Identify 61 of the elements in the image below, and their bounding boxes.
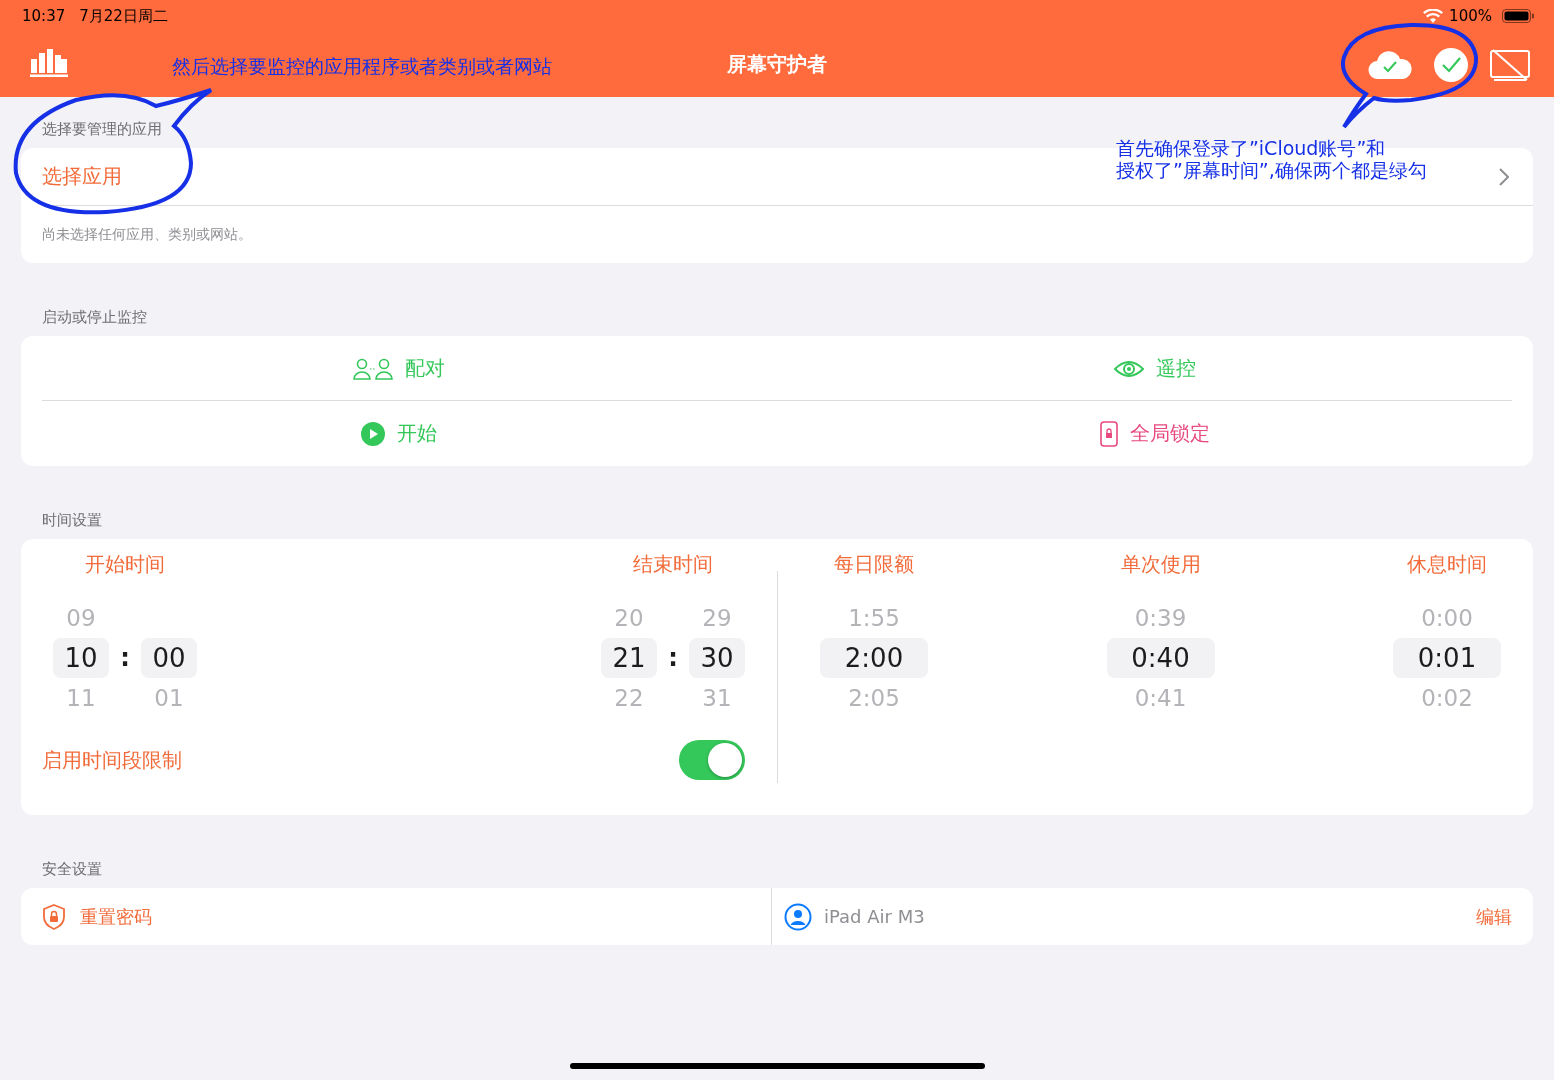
hour-option[interactable]: 11 (53, 678, 109, 718)
picker-label: 休息时间 (1407, 551, 1487, 578)
toggle-label: 启用时间段限制 (42, 746, 182, 774)
section-header: 时间设置 (41, 510, 102, 531)
nav-title: 屏幕守护者 (727, 51, 827, 78)
chevron-right-icon[interactable] (1499, 167, 1509, 186)
status-date: 7月22日周二 (79, 6, 168, 26)
action-button[interactable]: 遥控 (1114, 355, 1196, 382)
duration-option[interactable]: 0:02 (1393, 678, 1501, 718)
action-button[interactable]: 配对 (353, 355, 445, 382)
wifi-icon (1423, 8, 1444, 24)
picker-label: 结束时间 (633, 551, 713, 578)
reset-password-button[interactable]: 重置密码 (42, 903, 771, 930)
annotation-text: 首先确保登录了”iCloud账号”和 授权了”屏幕时间”,确保两个都是绿勾 (1116, 137, 1427, 181)
hour-option[interactable]: 21 (601, 638, 657, 678)
picker-label: 每日限额 (834, 551, 914, 578)
duration-option[interactable]: 1:55 (820, 598, 928, 638)
time-separator: : (667, 643, 679, 674)
status-time: 10:37 (22, 7, 66, 25)
section-header: 安全设置 (41, 859, 102, 880)
action-button[interactable]: 全局锁定 (1100, 420, 1210, 447)
user-circle-icon (784, 902, 812, 931)
device-name: iPad Air M3 (824, 906, 925, 927)
duration-option[interactable]: 2:00 (820, 638, 928, 678)
duration-option[interactable]: 0:00 (1393, 598, 1501, 638)
hour-option[interactable]: 20 (601, 598, 657, 638)
section-header: 选择要管理的应用 (41, 119, 162, 140)
minute-option[interactable]: 00 (141, 638, 197, 678)
hour-option[interactable]: 22 (601, 678, 657, 718)
select-apps-button[interactable]: 选择应用 (42, 163, 122, 190)
section-header: 启动或停止监控 (41, 307, 147, 328)
time-separator: : (119, 643, 131, 674)
duration-option[interactable]: 0:40 (1106, 638, 1215, 678)
check-circle-icon[interactable] (1434, 47, 1468, 82)
battery-icon (1502, 9, 1534, 23)
action-button[interactable]: 开始 (361, 420, 437, 447)
duration-option[interactable]: 0:01 (1393, 638, 1501, 678)
people-icon (353, 357, 393, 380)
bar-chart-icon[interactable] (30, 48, 68, 77)
minute-option[interactable]: 30 (689, 638, 745, 678)
hint-text: 尚未选择任何应用、类别或网站。 (41, 225, 253, 244)
minute-option[interactable]: 29 (689, 598, 745, 638)
shield-lock-icon (42, 903, 66, 930)
duration-option[interactable]: 2:05 (820, 678, 928, 718)
hour-option[interactable]: 09 (53, 598, 109, 638)
cloud-status-icon[interactable] (1368, 49, 1412, 80)
annotation-text: 然后选择要监控的应用程序或者类别或者网站 (172, 55, 552, 77)
screen-off-icon[interactable] (1490, 48, 1530, 81)
picker-label: 单次使用 (1120, 551, 1201, 578)
battery-percent: 100% (1449, 7, 1492, 25)
eye-icon (1114, 358, 1144, 379)
hour-option[interactable]: 10 (53, 638, 109, 678)
minute-option[interactable]: 31 (689, 678, 745, 718)
picker-label: 开始时间 (85, 551, 165, 578)
duration-option[interactable]: 0:41 (1106, 678, 1215, 718)
toggle-switch[interactable] (679, 740, 745, 780)
phone-lock-icon (1100, 420, 1118, 447)
play-icon (361, 421, 385, 446)
edit-button[interactable]: 编辑 (1476, 904, 1512, 929)
duration-option[interactable]: 0:39 (1106, 598, 1215, 638)
minute-option[interactable]: 01 (141, 678, 197, 718)
